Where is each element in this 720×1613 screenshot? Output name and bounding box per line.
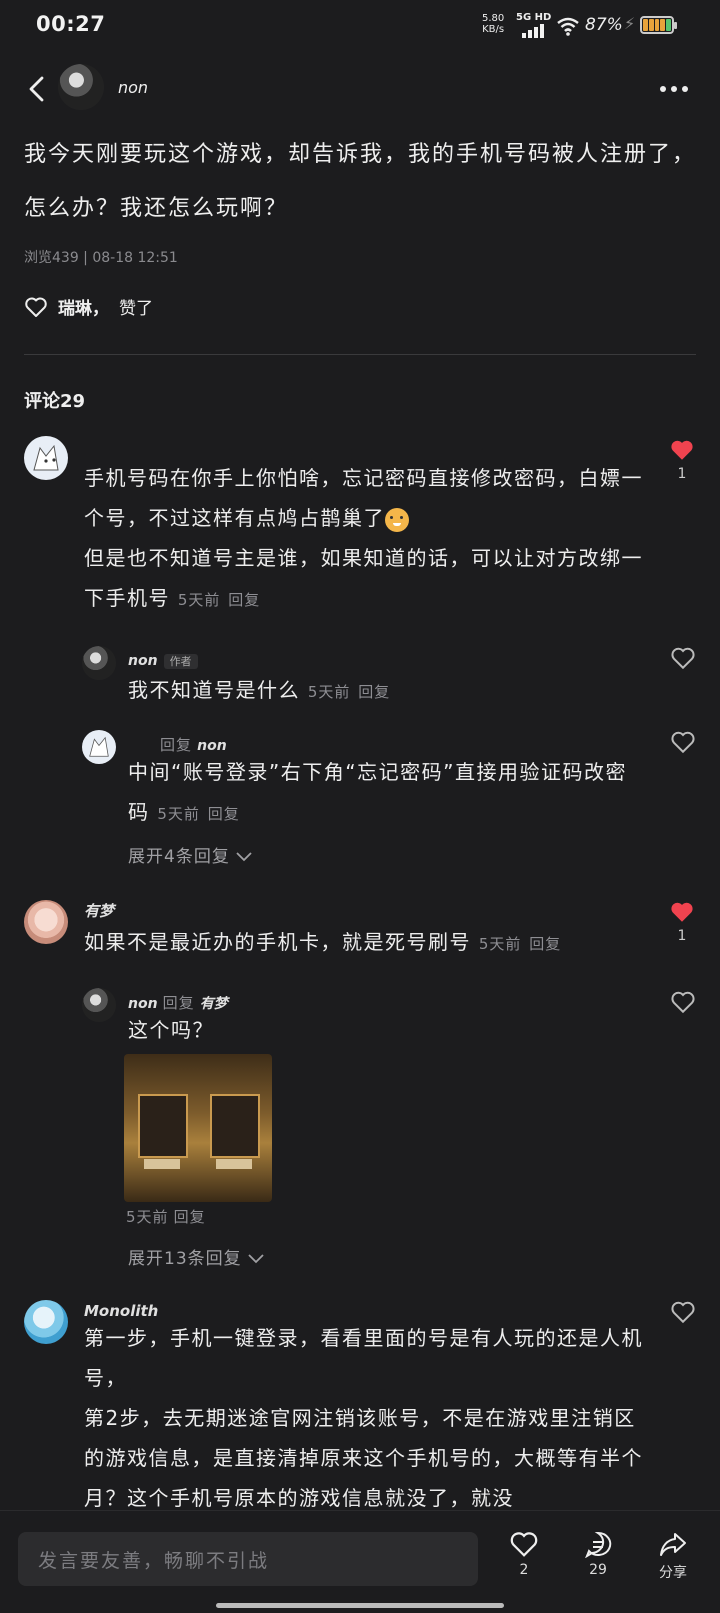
heart-outline-icon[interactable] [670,990,696,1014]
liked-label: 赞了 [119,299,153,319]
comment-text: 第一步，手机一键登录，看看里面的号是有人玩的还是人机号， 第2步，去无期迷途官网… [84,1326,643,1510]
net-speed-unit: KB/s [482,24,505,35]
signal-label: 5G HD [516,12,552,23]
comment-text: 如果不是最近办的手机卡，就是死号刷号 5天前 回复 [84,930,562,954]
reply-link[interactable]: 回复 [174,1208,206,1226]
more-options-icon[interactable] [660,86,688,92]
expand-replies-button[interactable]: 展开13条回复 [128,1244,264,1269]
reply-link[interactable]: 回复 [358,683,390,701]
heart-outline-icon [510,1532,538,1557]
comment-input-placeholder[interactable]: 发言要友善，畅聊不引战 [38,1546,269,1573]
network-speed: 5.80 KB/s [482,13,504,35]
chevron-down-icon [236,852,252,862]
reply-image[interactable] [124,1054,272,1202]
comments-title: 评论29 [24,391,86,412]
comment-like[interactable]: 1 [662,438,702,482]
comment-text: 手机号码在你手上你怕啥，忘记密码直接修改密码，白嫖一个号，不过这样有点鸠占鹊巢了… [84,466,643,610]
commenter-avatar[interactable] [24,900,68,944]
reply-link[interactable]: 回复 [208,805,240,823]
reply-link[interactable]: 回复 [228,591,260,609]
author-name[interactable]: non [118,78,148,97]
status-bar: 00:27 5.80 KB/s 5G HD 87% ⚡ [0,0,720,52]
battery-icon [640,16,677,34]
heart-outline-icon[interactable] [670,730,696,754]
likers-names[interactable]: 瑞琳， [58,294,109,319]
heart-filled-icon [671,902,693,922]
comment-button[interactable]: 29 [568,1530,628,1578]
author-avatar[interactable] [58,64,104,110]
reply-text: 我不知道号是什么 5天前 回复 [128,678,391,702]
reply-link[interactable]: 回复 [529,935,561,953]
commenter-avatar[interactable] [24,436,68,480]
battery-percent: 87% [585,15,623,35]
chevron-down-icon [248,1254,264,1264]
reply-meta: 5天前 回复 [126,1208,206,1226]
divider [24,354,696,355]
expand-replies-button[interactable]: 展开4条回复 [128,842,252,867]
status-time: 00:27 [36,12,106,36]
heart-outline-icon[interactable] [670,1300,696,1324]
signal-icon [522,24,548,38]
charging-icon: ⚡ [624,14,636,33]
home-indicator[interactable] [216,1603,504,1608]
cat-avatar-icon [89,736,109,757]
commenter-name[interactable]: 有梦 [84,900,114,921]
share-icon [660,1533,686,1556]
net-speed-value: 5.80 [482,13,505,24]
post-body: 我今天刚要玩这个游戏，却告诉我，我的手机号码被人注册了，怎么办？我还怎么玩啊？ [24,142,697,221]
heart-outline-icon [25,297,47,317]
post-likes[interactable]: 瑞琳， 赞了 [24,294,153,319]
like-button[interactable]: 2 [494,1530,554,1578]
comment-icon [584,1531,612,1559]
reply-avatar[interactable] [82,646,116,680]
back-icon[interactable] [24,72,54,106]
share-button[interactable]: 分享 [643,1530,703,1582]
heart-outline-icon[interactable] [670,646,696,670]
cat-avatar-icon [33,444,59,471]
wifi-icon [557,17,579,36]
commenter-avatar[interactable] [24,1300,68,1344]
post-meta: 浏览439 | 08-18 12:51 [24,250,178,266]
reply-avatar[interactable] [82,988,116,1022]
reply-text: 这个吗？ [128,1018,214,1042]
author-tag: 作者 [163,654,198,669]
reply-header: non 作者 [128,650,198,669]
reply-avatar[interactable] [82,730,116,764]
tiger-emoji-icon [385,507,409,532]
comment-like[interactable]: 1 [662,900,702,944]
heart-filled-icon [671,440,693,460]
reply-text: 中间“账号登录”右下角“忘记密码”直接用验证码改密码 5天前 回复 [128,760,627,824]
